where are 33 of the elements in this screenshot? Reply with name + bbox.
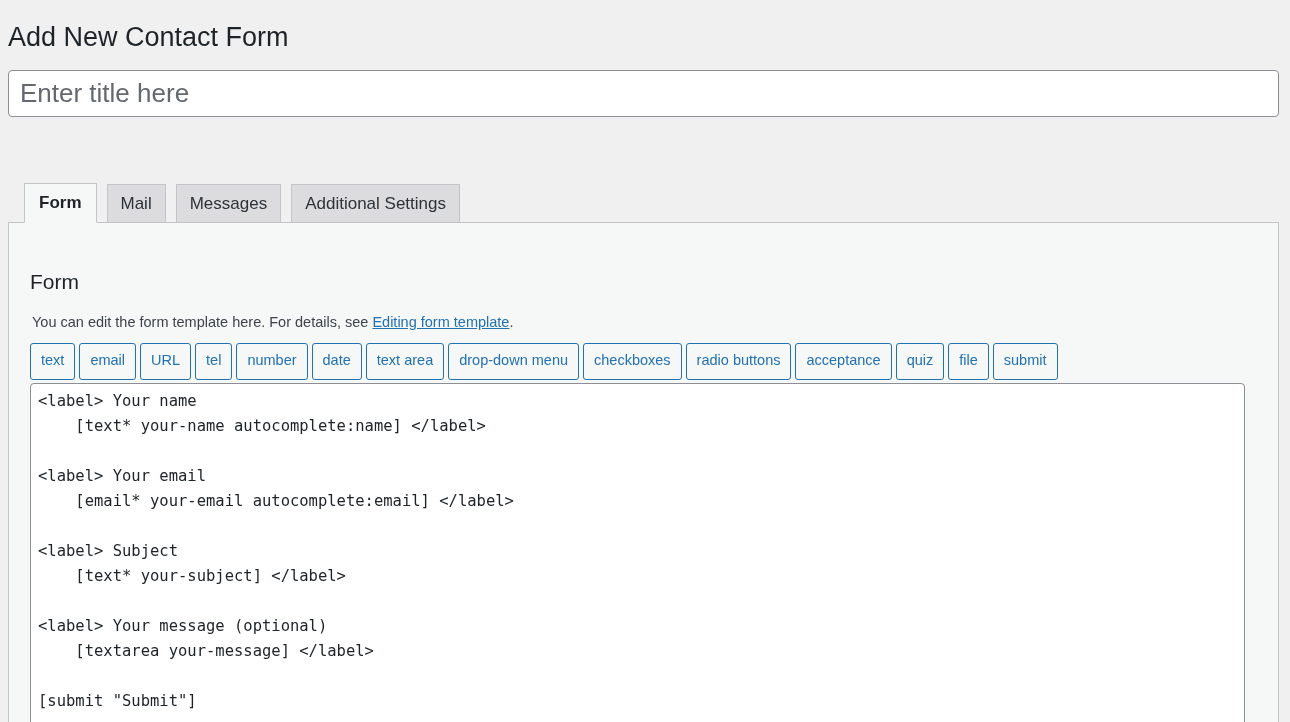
code-line: [submit "Submit"]	[38, 690, 197, 712]
code-line: <label> Subject	[38, 540, 178, 562]
tag-button[interactable]: quiz	[895, 342, 945, 380]
tag-button[interactable]: text	[30, 342, 76, 380]
tab[interactable]: Additional Settings	[291, 184, 460, 223]
tag-button[interactable]: text area	[365, 342, 445, 380]
code-line: [textarea your-message] </label>	[74, 640, 374, 662]
code-line: [text* your-name autocomplete:name] </label>	[74, 415, 486, 437]
code-line: <label> Your message (optional)	[38, 615, 328, 637]
tab[interactable]: Messages	[175, 184, 282, 223]
description: You can edit the form template here. For details, see Editing form template.	[31, 313, 515, 332]
section-heading: Form	[30, 269, 79, 295]
tag-button[interactable]: email	[79, 342, 137, 380]
template-editor[interactable]	[30, 382, 1245, 722]
page-title: Add New Contact Form	[8, 21, 289, 54]
title-field[interactable]: Enter title here	[8, 70, 1279, 117]
code-line: [email* your-email autocomplete:email] </label>	[74, 490, 514, 512]
tag-button[interactable]: date	[311, 342, 362, 380]
tag-button[interactable]: acceptance	[795, 342, 892, 380]
tag-button[interactable]: radio buttons	[685, 342, 792, 380]
tag-button[interactable]: checkboxes	[583, 342, 682, 380]
code-line: [text* your-subject] </label>	[74, 565, 346, 587]
tag-button[interactable]: submit	[992, 342, 1058, 380]
tag-button[interactable]: file	[948, 342, 989, 380]
tag-button[interactable]: tel	[195, 342, 233, 380]
tag-button[interactable]: number	[236, 342, 308, 380]
link[interactable]: Editing form template	[372, 314, 510, 330]
tab[interactable]: Mail	[106, 184, 166, 223]
tag-button[interactable]: URL	[140, 342, 192, 380]
code-line: <label> Your email	[38, 465, 206, 487]
tab[interactable]: Form	[24, 183, 97, 223]
code-line: <label> Your name	[38, 390, 197, 412]
tag-button[interactable]: drop-down menu	[448, 342, 580, 380]
